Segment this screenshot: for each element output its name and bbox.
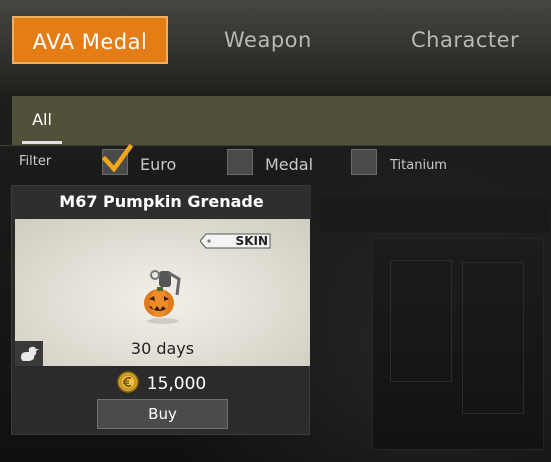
item-image-area: SKIN 30 days: [15, 219, 310, 366]
euro-checkbox[interactable]: [101, 144, 133, 175]
subtab-all[interactable]: All: [22, 100, 62, 144]
filter-label: Filter: [19, 154, 52, 169]
item-name: M67 Pumpkin Grenade: [12, 186, 311, 218]
euro-label[interactable]: Euro: [140, 155, 176, 174]
divider: [0, 145, 551, 146]
tab-character[interactable]: Character: [411, 16, 519, 64]
medal-checkbox[interactable]: [227, 149, 253, 175]
item-duration: 30 days: [130, 339, 195, 358]
tab-weapon[interactable]: Weapon: [224, 16, 312, 64]
category-bar: [12, 96, 551, 145]
titanium-label[interactable]: Titanium: [390, 158, 447, 173]
pumpkin-grenade-icon: [144, 270, 181, 324]
active-tab-indicator: [22, 141, 62, 144]
checkmark-icon: [101, 144, 133, 173]
skin-badge: SKIN: [235, 234, 268, 248]
background-panel: [462, 262, 524, 414]
item-price: 15,000: [146, 374, 207, 394]
background-panel: [390, 260, 452, 382]
duck-icon: [15, 341, 43, 366]
titanium-checkbox[interactable]: [351, 149, 377, 175]
buy-button[interactable]: Buy: [97, 399, 228, 429]
euro-coin-icon: [117, 371, 139, 393]
price-row: 15,000: [12, 371, 311, 396]
medal-label[interactable]: Medal: [265, 155, 313, 174]
tab-ava-medal[interactable]: AVA Medal: [12, 16, 168, 64]
item-card[interactable]: M67 Pumpkin Grenade SKIN 30 days 15,000 …: [11, 185, 311, 435]
background-shelf: [320, 196, 550, 232]
